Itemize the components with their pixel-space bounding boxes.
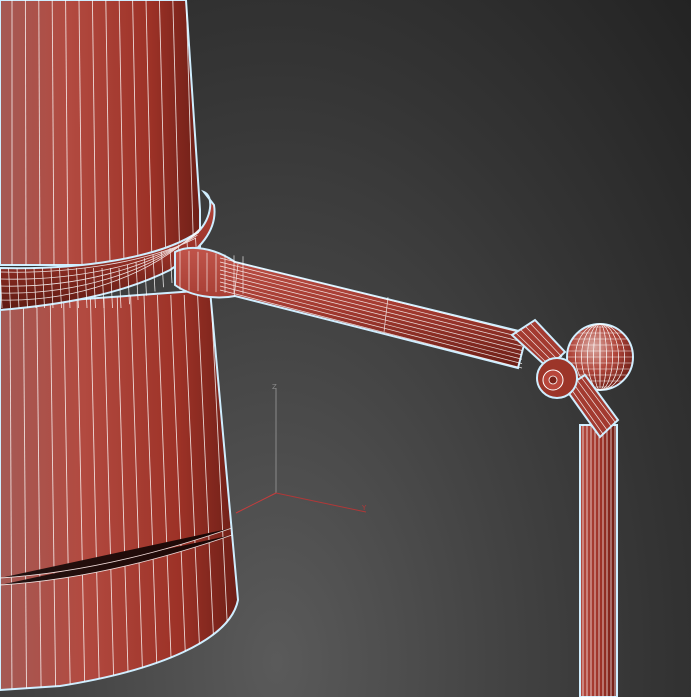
gizmo-y-axis (275, 492, 367, 513)
axis-gizmo: Z Y (235, 383, 367, 514)
gizmo-y-label: Y (361, 504, 367, 512)
gizmo-x-axis (235, 492, 277, 514)
3d-viewport[interactable]: Z Y (0, 0, 691, 697)
viewport-scene[interactable]: Z Y (0, 0, 691, 697)
lamp-base-cone[interactable] (0, 0, 240, 697)
arm-rod[interactable] (174, 246, 529, 370)
gizmo-z-label: Z (272, 383, 277, 391)
vertical-pole[interactable] (579, 424, 618, 697)
